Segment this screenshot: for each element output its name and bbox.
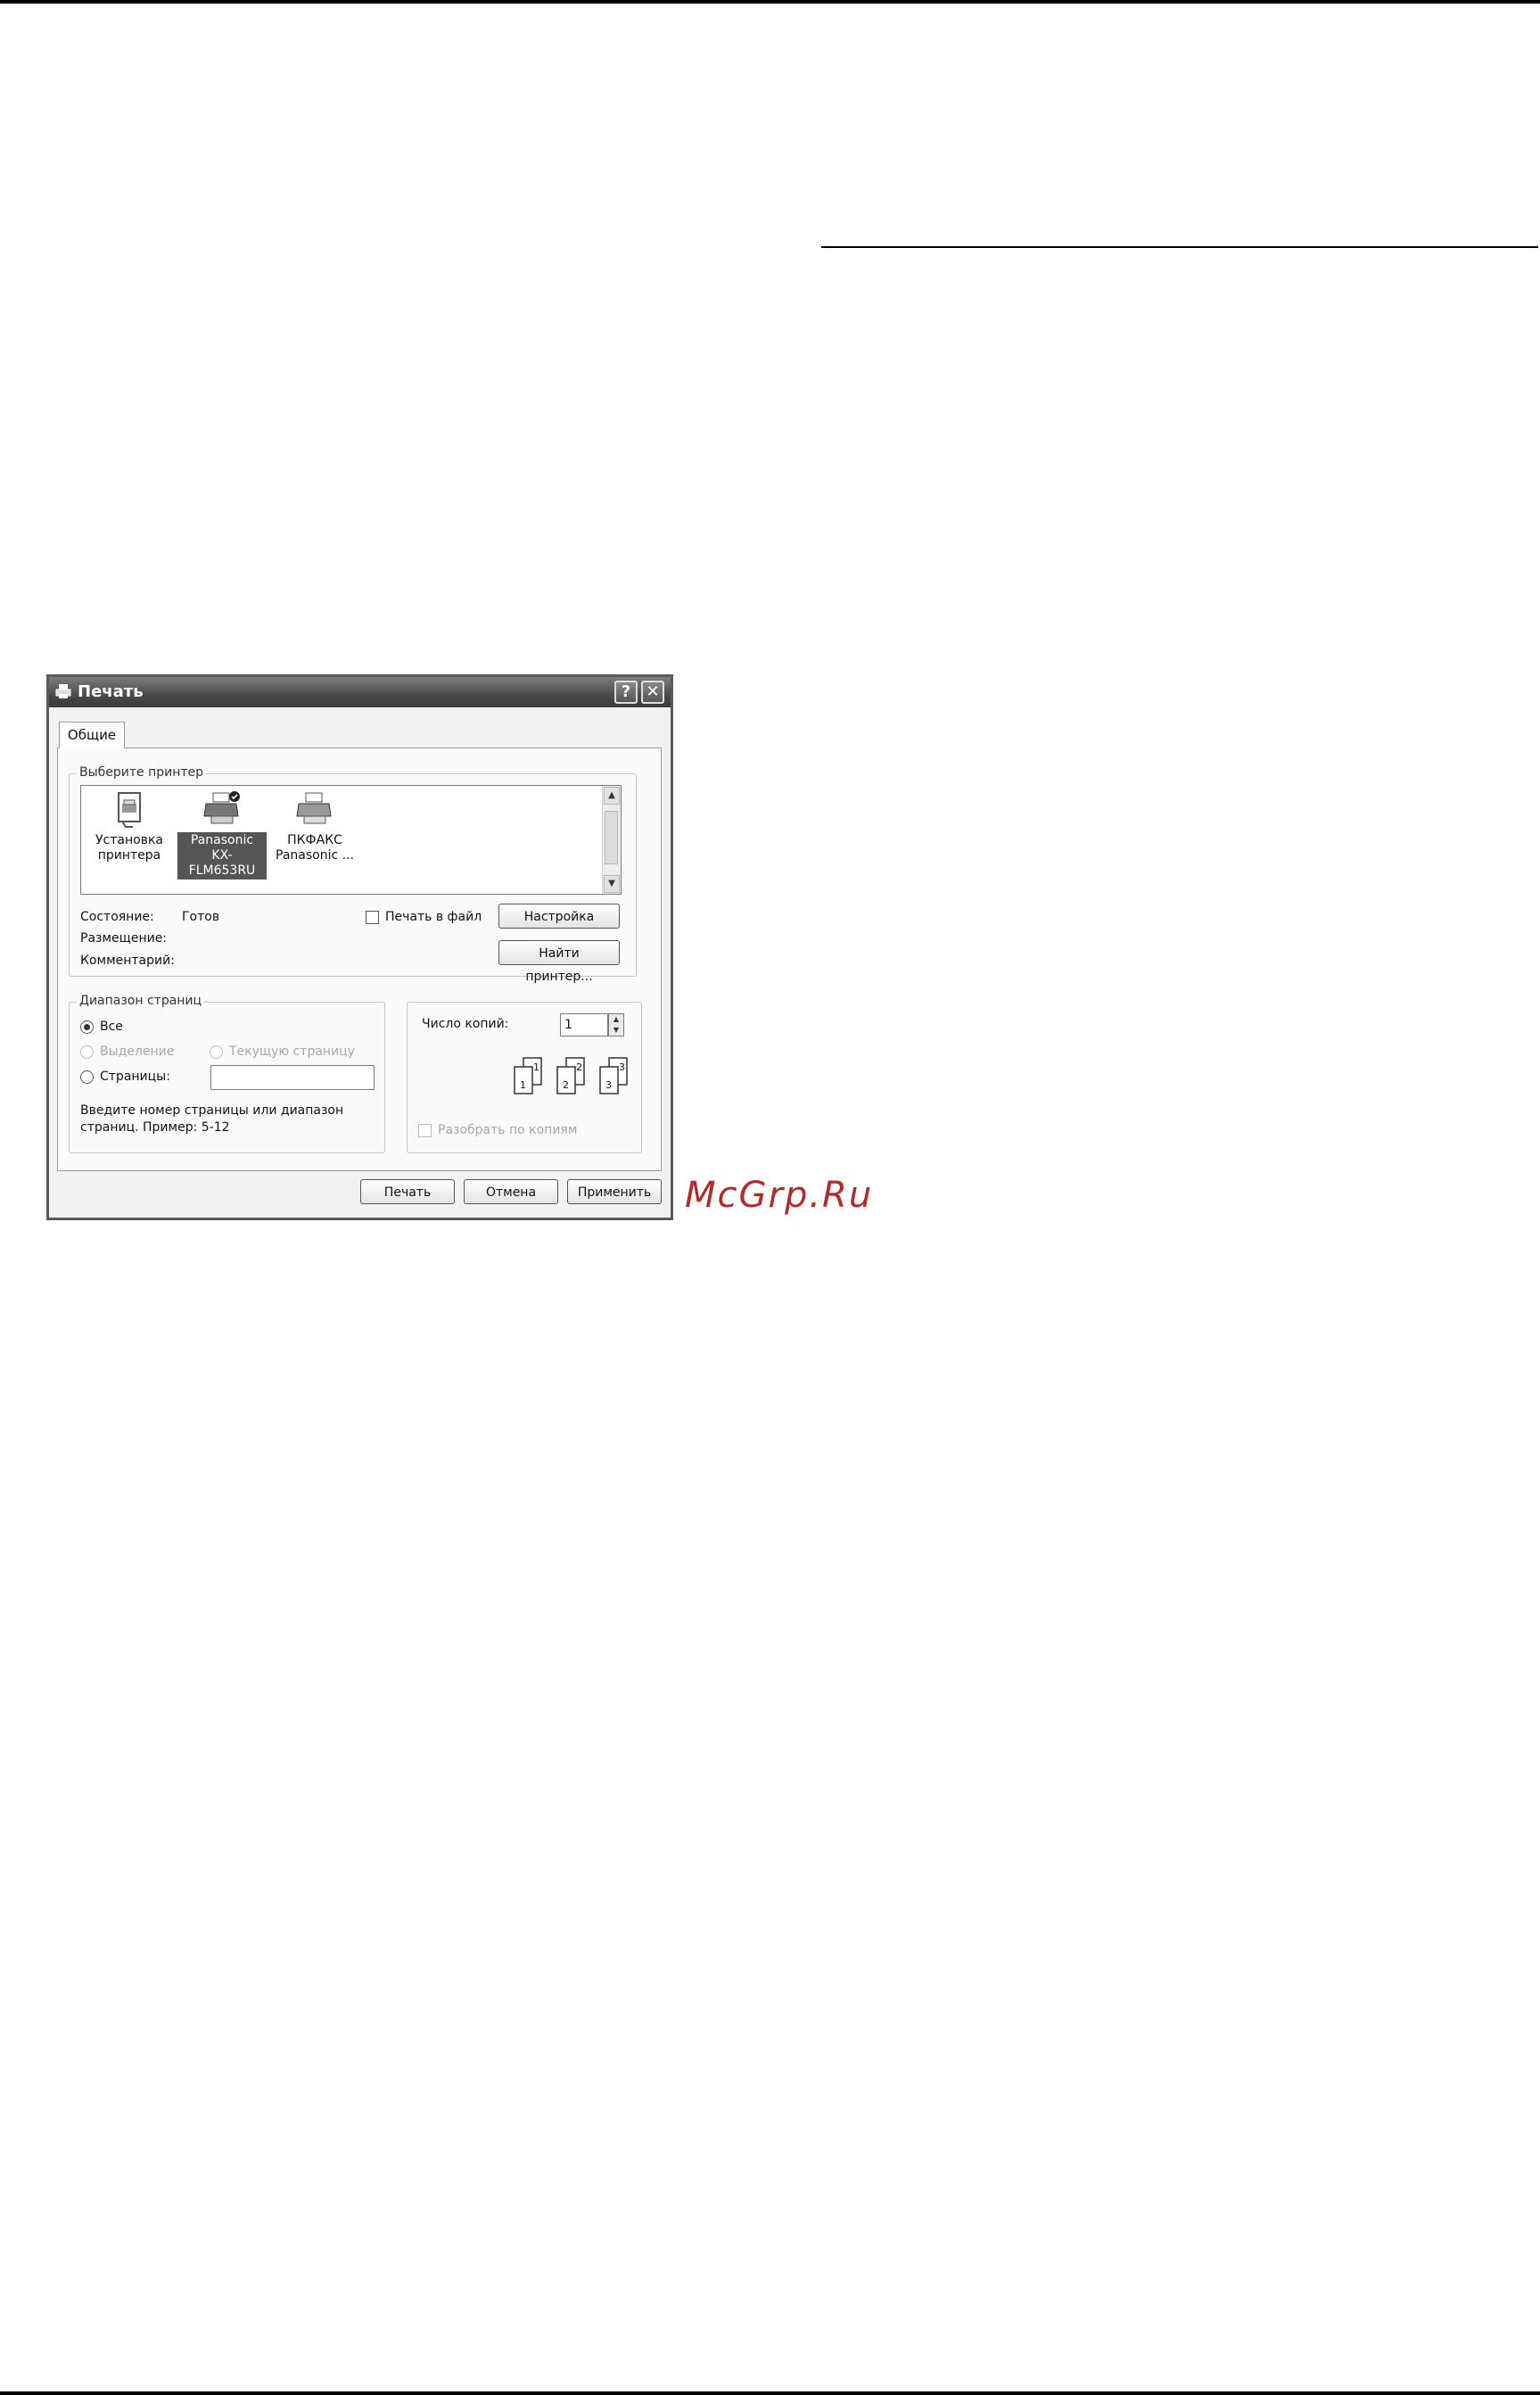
pages-label: Страницы: xyxy=(100,1069,170,1084)
printer-item-label: KX-FLM653RU xyxy=(188,848,256,878)
copies-stepper[interactable]: ▲ ▼ xyxy=(608,1013,624,1036)
printer-item-label: Установка xyxy=(95,833,163,847)
apply-button[interactable]: Применить xyxy=(567,1179,662,1204)
print-button[interactable]: Печать xyxy=(360,1179,455,1204)
printer-item-pcfax[interactable]: ПКФАКС Panasonic ... xyxy=(270,789,359,864)
add-printer-icon xyxy=(118,792,141,828)
collate-illustration-icon: 1 1 2 2 3 3 xyxy=(514,1057,628,1094)
pages-radio[interactable] xyxy=(80,1070,94,1084)
current-page-radio[interactable] xyxy=(210,1045,223,1059)
scroll-down-icon[interactable]: ▼ xyxy=(604,875,620,893)
printer-item-add[interactable]: Установка принтера xyxy=(85,789,174,864)
selection-label: Выделение xyxy=(100,1045,175,1059)
collate-page-number: 3 xyxy=(605,1079,612,1091)
copies-group: Число копий: 1 ▲ ▼ 1 1 2 2 3 3 Разобрать… xyxy=(407,1002,642,1153)
current-page-label: Текущую страницу xyxy=(229,1045,355,1059)
page-range-hint: Введите номер страницы или диапазон стра… xyxy=(80,1103,344,1135)
printer-icon xyxy=(296,792,332,824)
printer-item-label: Panasonic xyxy=(190,833,254,847)
page-range-label: Диапазон страниц xyxy=(77,994,205,1008)
scroll-up-icon[interactable]: ▲ xyxy=(604,787,620,805)
preferences-button[interactable]: Настройка xyxy=(498,904,620,929)
printer-icon xyxy=(203,791,240,824)
cancel-button[interactable]: Отмена xyxy=(464,1179,558,1204)
find-printer-button[interactable]: Найти принтер... xyxy=(498,940,620,984)
copies-count-label: Число копий: xyxy=(422,1017,509,1031)
scroll-thumb[interactable] xyxy=(605,811,618,864)
all-pages-label: Все xyxy=(100,1020,123,1034)
collate-checkbox[interactable] xyxy=(418,1124,432,1137)
collate-page-number: 1 xyxy=(533,1061,539,1073)
spin-down-icon[interactable]: ▼ xyxy=(609,1025,623,1036)
status-value: Готов xyxy=(182,910,220,924)
print-to-file-label: Печать в файл xyxy=(385,910,482,924)
top-rule xyxy=(0,0,1540,4)
status-label: Состояние: xyxy=(80,910,154,924)
general-tab-panel: Выберите принтер Установка принтера Pana… xyxy=(57,747,662,1171)
pages-input[interactable] xyxy=(210,1065,375,1090)
collate-page-number: 3 xyxy=(619,1061,625,1073)
dialog-title: Печать xyxy=(78,682,144,701)
printer-item-label: Panasonic ... xyxy=(276,848,354,863)
help-button[interactable]: ? xyxy=(614,681,638,704)
spin-up-icon[interactable]: ▲ xyxy=(609,1014,623,1025)
copies-input[interactable]: 1 xyxy=(560,1013,608,1036)
collate-page-number: 2 xyxy=(576,1061,582,1073)
watermark-text: McGrp.Ru xyxy=(685,1175,874,1216)
printer-item-label: принтера xyxy=(97,848,161,863)
printer-item-label: ПКФАКС xyxy=(287,833,342,847)
selection-radio[interactable] xyxy=(80,1045,94,1059)
collate-page-number: 2 xyxy=(563,1079,569,1091)
comment-label: Комментарий: xyxy=(80,954,175,968)
section-rule xyxy=(821,246,1538,248)
printer-list-scrollbar[interactable]: ▲ ▼ xyxy=(602,786,621,894)
close-button[interactable]: ✕ xyxy=(641,681,664,704)
all-pages-radio[interactable] xyxy=(80,1020,94,1034)
location-label: Размещение: xyxy=(80,931,168,946)
select-printer-label: Выберите принтер xyxy=(77,765,207,780)
bottom-rule xyxy=(0,2391,1540,2395)
dialog-titlebar: Печать ? ✕ xyxy=(49,677,671,707)
select-printer-group: Выберите принтер Установка принтера Pana… xyxy=(69,765,637,984)
printer-icon xyxy=(55,684,71,698)
printer-item-panasonic[interactable]: Panasonic KX-FLM653RU xyxy=(177,789,267,880)
print-dialog: Печать ? ✕ Общие Выберите принтер Устано… xyxy=(46,674,673,1220)
collate-label: Разобрать по копиям xyxy=(438,1123,578,1137)
page-range-group: Диапазон страниц Все Выделение Текущую с… xyxy=(69,994,385,1153)
collate-page-number: 1 xyxy=(520,1079,526,1091)
printer-list[interactable]: Установка принтера Panasonic KX-FLM653RU… xyxy=(80,785,622,895)
tab-general[interactable]: Общие xyxy=(59,722,125,748)
print-to-file-checkbox[interactable] xyxy=(366,911,379,924)
